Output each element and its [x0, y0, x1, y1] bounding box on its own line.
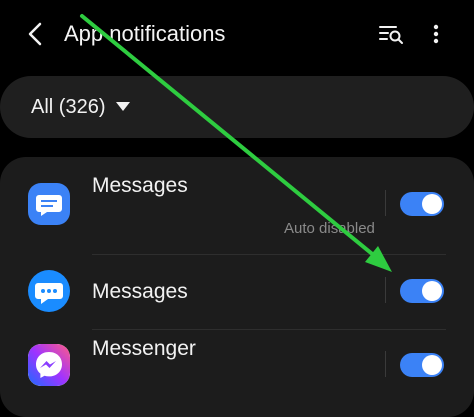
toggle-knob	[422, 355, 442, 375]
filter-label: All (326)	[31, 96, 106, 118]
more-options-button[interactable]	[426, 18, 446, 50]
list-item[interactable]: Messages Auto disabled	[0, 157, 474, 255]
app-name: Messages	[92, 280, 188, 303]
list-item[interactable]: Messages	[0, 255, 474, 329]
more-vertical-icon	[433, 24, 439, 44]
caret-down-icon	[116, 102, 130, 111]
notification-toggle[interactable]	[400, 279, 444, 303]
notification-toggle[interactable]	[400, 353, 444, 377]
toggle-knob	[422, 281, 442, 301]
filter-dropdown[interactable]: All (326)	[0, 76, 474, 138]
back-button[interactable]	[24, 18, 48, 50]
search-button[interactable]	[376, 18, 406, 50]
facebook-messenger-icon	[28, 344, 70, 386]
notification-toggle[interactable]	[400, 192, 444, 216]
page-title: App notifications	[64, 21, 226, 46]
google-messages-icon	[28, 270, 70, 312]
filter-search-icon	[379, 26, 403, 44]
app-subtitle: Auto disabled	[284, 220, 375, 237]
divider	[385, 277, 386, 303]
chevron-left-icon	[28, 22, 42, 46]
divider	[385, 351, 386, 377]
samsung-messages-icon	[28, 183, 70, 225]
app-name: Messenger	[92, 337, 196, 360]
app-name: Messages	[92, 174, 188, 197]
app-list: Messages Auto disabled Messages Messenge…	[0, 157, 474, 417]
divider	[385, 190, 386, 216]
toggle-knob	[422, 194, 442, 214]
app-bar: App notifications	[0, 0, 474, 70]
list-item[interactable]: Messenger	[0, 330, 474, 404]
